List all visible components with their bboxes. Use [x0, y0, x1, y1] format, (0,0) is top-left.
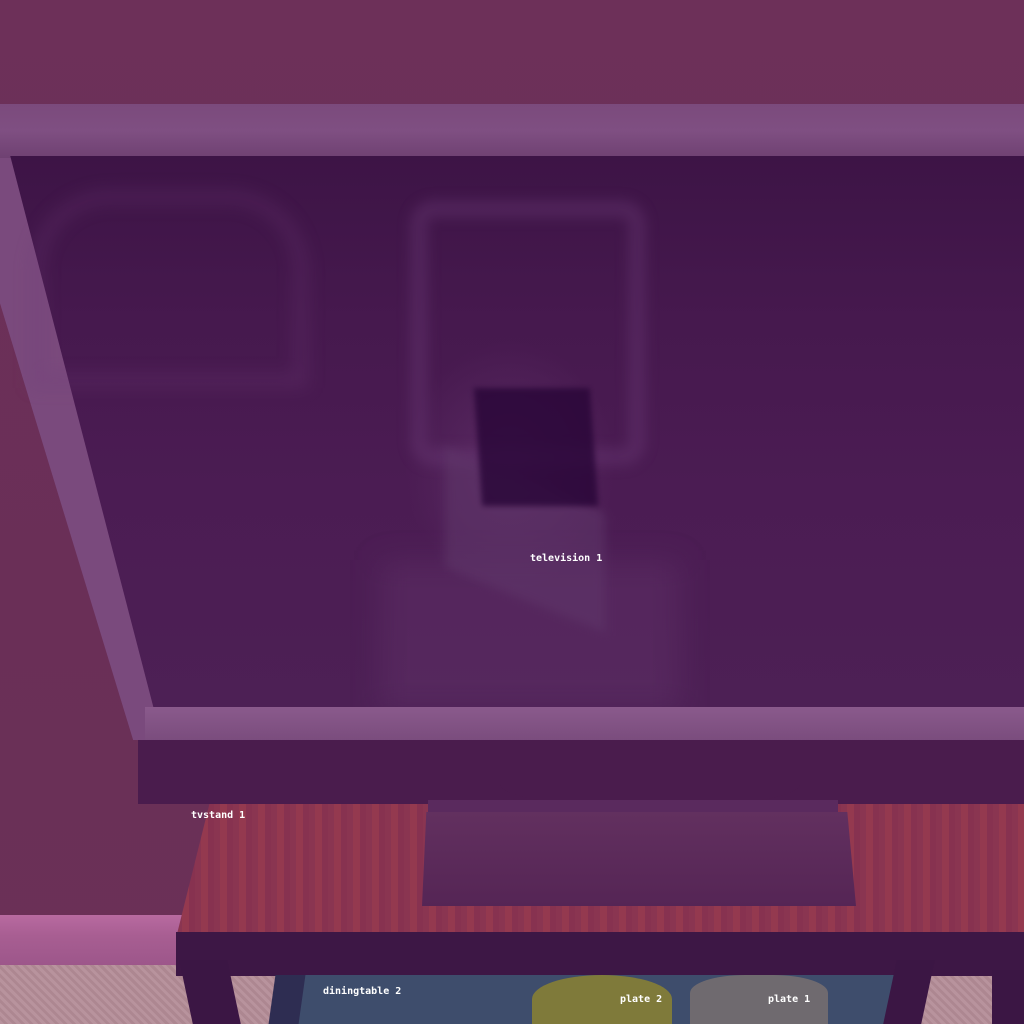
wall-baseboard [0, 915, 200, 967]
television-stand-base [422, 812, 856, 906]
tvstand-leg-far-right [992, 970, 1024, 1024]
plate-1-label: plate 1 [768, 994, 811, 1005]
screen-reflection-laptop-screen [473, 388, 599, 506]
television-stand-neck [428, 800, 838, 814]
television-bottom-bezel [145, 707, 1024, 741]
game-viewport: television 1 tvstand 1 diningtable 2 pla… [0, 0, 1024, 1024]
diningtable-label: diningtable 2 [323, 986, 402, 997]
television-label: television 1 [530, 553, 603, 564]
plate-2-label: plate 2 [620, 994, 663, 1005]
television-top-frame [0, 104, 1024, 158]
tvstand-label: tvstand 1 [191, 810, 246, 821]
screen-reflection-couch [30, 190, 308, 388]
